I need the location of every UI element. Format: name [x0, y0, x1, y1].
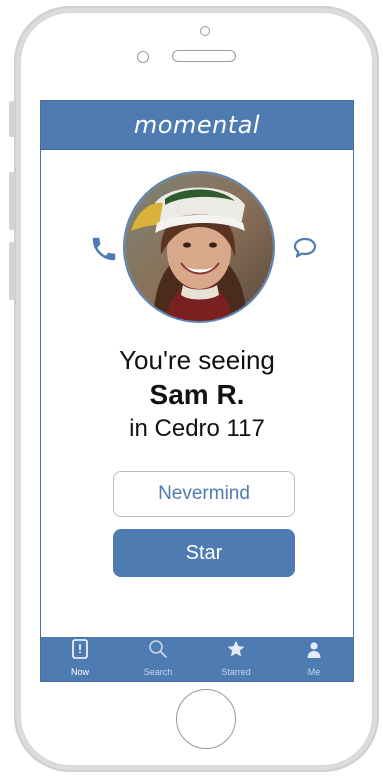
now-icon — [72, 639, 88, 664]
proximity-sensor — [137, 51, 149, 63]
front-camera — [200, 26, 210, 36]
app-screen: momental You're seeing Sam R. in Cedro 1… — [40, 100, 354, 682]
star-button[interactable]: Star — [113, 529, 295, 577]
phone-icon[interactable] — [89, 234, 119, 269]
chat-bubble-icon[interactable] — [292, 236, 318, 265]
tab-search[interactable]: Search — [119, 637, 197, 681]
app-title: momental — [133, 111, 261, 139]
tab-bar: Now Search Starred Me — [41, 637, 353, 681]
star-button-label: Star — [185, 541, 223, 564]
earpiece-speaker — [172, 50, 236, 62]
volume-down-button — [9, 242, 15, 300]
app-header: momental — [41, 101, 353, 150]
tab-me[interactable]: Me — [275, 637, 353, 681]
star-icon — [226, 639, 246, 664]
search-icon — [148, 639, 168, 664]
status-text: You're seeing — [119, 345, 275, 375]
nevermind-button-label: Nevermind — [158, 483, 250, 504]
tab-me-label: Me — [307, 667, 321, 677]
nevermind-button[interactable]: Nevermind — [113, 471, 295, 517]
person-icon — [306, 641, 322, 664]
tab-starred[interactable]: Starred — [197, 637, 275, 681]
mute-switch — [9, 101, 15, 137]
home-button[interactable] — [176, 689, 236, 749]
person-name: Sam R. — [149, 379, 245, 410]
tab-search-label: Search — [143, 667, 173, 677]
location-text: in Cedro 117 — [129, 415, 265, 442]
avatar — [123, 171, 275, 323]
tab-starred-label: Starred — [221, 667, 251, 677]
tab-now-label: Now — [70, 667, 89, 677]
volume-up-button — [9, 172, 15, 230]
tab-now[interactable]: Now — [41, 637, 119, 681]
